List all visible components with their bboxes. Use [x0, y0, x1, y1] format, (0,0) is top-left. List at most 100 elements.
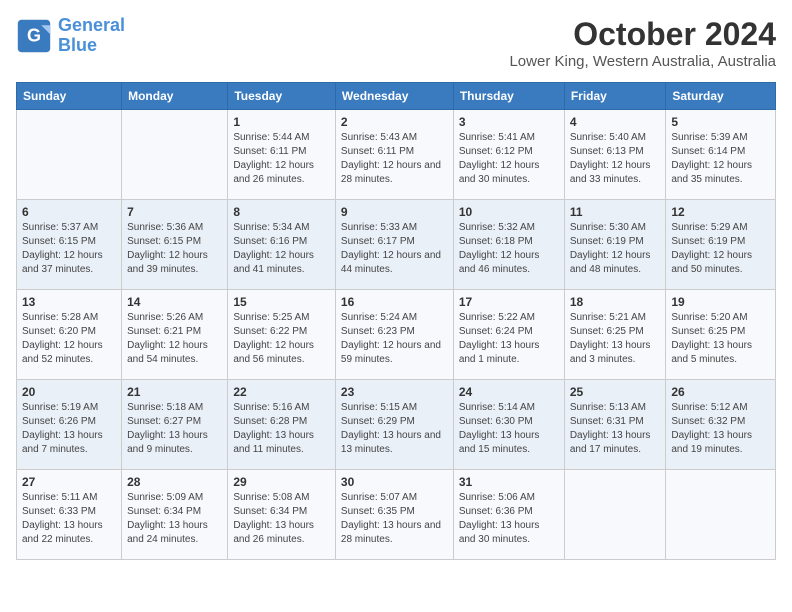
day-number: 11 — [570, 205, 661, 219]
calendar-cell: 10 Sunrise: 5:32 AMSunset: 6:18 PMDayligh… — [453, 200, 564, 290]
day-info: Sunrise: 5:11 AMSunset: 6:33 PMDaylight:… — [22, 491, 116, 547]
header-saturday: Saturday — [666, 83, 776, 110]
calendar-cell — [122, 110, 228, 200]
main-title: October 2024 — [509, 16, 776, 53]
day-number: 17 — [459, 295, 559, 309]
day-info: Sunrise: 5:41 AMSunset: 6:12 PMDaylight:… — [459, 131, 559, 187]
day-info: Sunrise: 5:12 AMSunset: 6:32 PMDaylight:… — [671, 401, 770, 457]
calendar-cell: 28 Sunrise: 5:09 AMSunset: 6:34 PMDayligh… — [122, 470, 228, 560]
day-info: Sunrise: 5:30 AMSunset: 6:19 PMDaylight:… — [570, 221, 661, 277]
day-number: 16 — [341, 295, 448, 309]
day-number: 24 — [459, 385, 559, 399]
logo-line1: General — [58, 15, 125, 35]
day-number: 31 — [459, 475, 559, 489]
day-number: 18 — [570, 295, 661, 309]
calendar-cell: 15 Sunrise: 5:25 AMSunset: 6:22 PMDayligh… — [228, 290, 336, 380]
day-number: 1 — [233, 115, 330, 129]
day-number: 29 — [233, 475, 330, 489]
day-info: Sunrise: 5:19 AMSunset: 6:26 PMDaylight:… — [22, 401, 116, 457]
day-info: Sunrise: 5:32 AMSunset: 6:18 PMDaylight:… — [459, 221, 559, 277]
day-number: 22 — [233, 385, 330, 399]
calendar-cell: 24 Sunrise: 5:14 AMSunset: 6:30 PMDayligh… — [453, 380, 564, 470]
calendar-cell — [666, 470, 776, 560]
calendar-cell: 11 Sunrise: 5:30 AMSunset: 6:19 PMDayligh… — [564, 200, 666, 290]
day-info: Sunrise: 5:28 AMSunset: 6:20 PMDaylight:… — [22, 311, 116, 367]
week-row-2: 6 Sunrise: 5:37 AMSunset: 6:15 PMDaylight… — [17, 200, 776, 290]
day-info: Sunrise: 5:22 AMSunset: 6:24 PMDaylight:… — [459, 311, 559, 367]
day-number: 25 — [570, 385, 661, 399]
day-info: Sunrise: 5:07 AMSunset: 6:35 PMDaylight:… — [341, 491, 448, 547]
title-block: October 2024 Lower King, Western Austral… — [509, 16, 776, 70]
day-number: 23 — [341, 385, 448, 399]
day-info: Sunrise: 5:29 AMSunset: 6:19 PMDaylight:… — [671, 221, 770, 277]
day-info: Sunrise: 5:26 AMSunset: 6:21 PMDaylight:… — [127, 311, 222, 367]
calendar-table: SundayMondayTuesdayWednesdayThursdayFrid… — [16, 82, 776, 560]
header-wednesday: Wednesday — [335, 83, 453, 110]
calendar-cell: 6 Sunrise: 5:37 AMSunset: 6:15 PMDaylight… — [17, 200, 122, 290]
day-info: Sunrise: 5:25 AMSunset: 6:22 PMDaylight:… — [233, 311, 330, 367]
day-info: Sunrise: 5:37 AMSunset: 6:15 PMDaylight:… — [22, 221, 116, 277]
day-number: 3 — [459, 115, 559, 129]
header-thursday: Thursday — [453, 83, 564, 110]
day-info: Sunrise: 5:20 AMSunset: 6:25 PMDaylight:… — [671, 311, 770, 367]
day-number: 15 — [233, 295, 330, 309]
day-number: 2 — [341, 115, 448, 129]
day-number: 21 — [127, 385, 222, 399]
week-row-1: 1 Sunrise: 5:44 AMSunset: 6:11 PMDaylight… — [17, 110, 776, 200]
day-number: 9 — [341, 205, 448, 219]
svg-text:G: G — [27, 25, 41, 45]
calendar-cell: 26Sunrise: 5:12 AMSunset: 6:32 PMDayligh… — [666, 380, 776, 470]
calendar-cell — [564, 470, 666, 560]
week-row-3: 13 Sunrise: 5:28 AMSunset: 6:20 PMDayligh… — [17, 290, 776, 380]
day-number: 28 — [127, 475, 222, 489]
day-number: 19 — [671, 295, 770, 309]
calendar-cell: 17 Sunrise: 5:22 AMSunset: 6:24 PMDayligh… — [453, 290, 564, 380]
calendar-cell: 22 Sunrise: 5:16 AMSunset: 6:28 PMDayligh… — [228, 380, 336, 470]
day-info: Sunrise: 5:34 AMSunset: 6:16 PMDaylight:… — [233, 221, 330, 277]
header-tuesday: Tuesday — [228, 83, 336, 110]
calendar-cell: 31 Sunrise: 5:06 AMSunset: 6:36 PMDayligh… — [453, 470, 564, 560]
day-number: 7 — [127, 205, 222, 219]
logo: G General Blue — [16, 16, 125, 56]
day-info: Sunrise: 5:36 AMSunset: 6:15 PMDaylight:… — [127, 221, 222, 277]
day-number: 10 — [459, 205, 559, 219]
calendar-cell: 9 Sunrise: 5:33 AMSunset: 6:17 PMDaylight… — [335, 200, 453, 290]
day-info: Sunrise: 5:09 AMSunset: 6:34 PMDaylight:… — [127, 491, 222, 547]
calendar-cell: 20 Sunrise: 5:19 AMSunset: 6:26 PMDayligh… — [17, 380, 122, 470]
header-sunday: Sunday — [17, 83, 122, 110]
day-number: 30 — [341, 475, 448, 489]
calendar-cell: 1 Sunrise: 5:44 AMSunset: 6:11 PMDaylight… — [228, 110, 336, 200]
day-info: Sunrise: 5:39 AMSunset: 6:14 PMDaylight:… — [671, 131, 770, 187]
day-number: 13 — [22, 295, 116, 309]
day-info: Sunrise: 5:21 AMSunset: 6:25 PMDaylight:… — [570, 311, 661, 367]
day-info: Sunrise: 5:15 AMSunset: 6:29 PMDaylight:… — [341, 401, 448, 457]
header-row: SundayMondayTuesdayWednesdayThursdayFrid… — [17, 83, 776, 110]
calendar-cell: 29 Sunrise: 5:08 AMSunset: 6:34 PMDayligh… — [228, 470, 336, 560]
day-info: Sunrise: 5:06 AMSunset: 6:36 PMDaylight:… — [459, 491, 559, 547]
header-monday: Monday — [122, 83, 228, 110]
day-number: 14 — [127, 295, 222, 309]
day-number: 20 — [22, 385, 116, 399]
day-info: Sunrise: 5:44 AMSunset: 6:11 PMDaylight:… — [233, 131, 330, 187]
logo-text: General Blue — [58, 16, 125, 56]
day-info: Sunrise: 5:43 AMSunset: 6:11 PMDaylight:… — [341, 131, 448, 187]
calendar-cell: 7 Sunrise: 5:36 AMSunset: 6:15 PMDaylight… — [122, 200, 228, 290]
day-info: Sunrise: 5:16 AMSunset: 6:28 PMDaylight:… — [233, 401, 330, 457]
day-info: Sunrise: 5:08 AMSunset: 6:34 PMDaylight:… — [233, 491, 330, 547]
logo-icon: G — [16, 18, 52, 54]
page-header: G General Blue October 2024 Lower King, … — [16, 16, 776, 70]
calendar-cell: 18 Sunrise: 5:21 AMSunset: 6:25 PMDayligh… — [564, 290, 666, 380]
calendar-cell: 12 Sunrise: 5:29 AMSunset: 6:19 PMDayligh… — [666, 200, 776, 290]
day-info: Sunrise: 5:18 AMSunset: 6:27 PMDaylight:… — [127, 401, 222, 457]
day-info: Sunrise: 5:13 AMSunset: 6:31 PMDaylight:… — [570, 401, 661, 457]
day-number: 8 — [233, 205, 330, 219]
subtitle: Lower King, Western Australia, Australia — [509, 53, 776, 70]
calendar-cell: 23 Sunrise: 5:15 AMSunset: 6:29 PMDayligh… — [335, 380, 453, 470]
day-number: 6 — [22, 205, 116, 219]
calendar-cell: 25 Sunrise: 5:13 AMSunset: 6:31 PMDayligh… — [564, 380, 666, 470]
calendar-cell: 8 Sunrise: 5:34 AMSunset: 6:16 PMDaylight… — [228, 200, 336, 290]
day-info: Sunrise: 5:33 AMSunset: 6:17 PMDaylight:… — [341, 221, 448, 277]
day-info: Sunrise: 5:14 AMSunset: 6:30 PMDaylight:… — [459, 401, 559, 457]
day-number: 12 — [671, 205, 770, 219]
day-number: 5 — [671, 115, 770, 129]
